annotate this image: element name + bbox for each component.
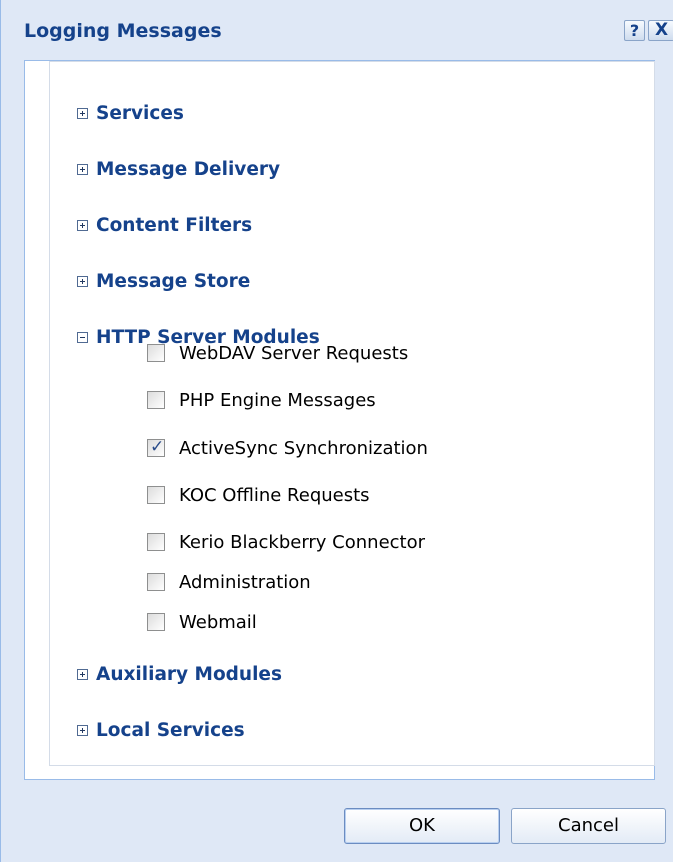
- group-content-filters[interactable]: Content Filters: [77, 213, 252, 237]
- expand-plus-icon[interactable]: [77, 107, 88, 119]
- option-label: Kerio Blackberry Connector: [179, 531, 426, 553]
- expand-plus-icon[interactable]: [77, 668, 88, 680]
- checkbox[interactable]: [147, 344, 165, 362]
- option-kerio-blackberry-connector[interactable]: Kerio Blackberry Connector: [147, 530, 425, 554]
- group-label: Local Services: [96, 719, 245, 741]
- group-label: Message Store: [96, 270, 251, 292]
- logging-messages-dialog: Logging Messages ? X Services Message De…: [0, 0, 673, 862]
- group-local-services[interactable]: Local Services: [77, 718, 245, 742]
- checkbox-checked[interactable]: ✓: [147, 437, 165, 457]
- title-bar[interactable]: Logging Messages ? X: [1, 0, 673, 60]
- option-administration[interactable]: Administration: [147, 570, 311, 594]
- expand-plus-icon[interactable]: [77, 219, 88, 231]
- group-label: Message Delivery: [96, 158, 281, 180]
- option-koc-offline-requests[interactable]: KOC Offline Requests: [147, 483, 370, 507]
- checkbox[interactable]: [147, 391, 165, 409]
- option-label: PHP Engine Messages: [179, 389, 376, 411]
- group-services[interactable]: Services: [77, 101, 184, 125]
- help-icon[interactable]: ?: [624, 20, 645, 41]
- checkmark-icon: ✓: [150, 437, 165, 457]
- dialog-title: Logging Messages: [24, 20, 222, 42]
- option-activesync-synchronization[interactable]: ✓ ActiveSync Synchronization: [147, 436, 428, 460]
- checkbox[interactable]: [147, 573, 165, 591]
- option-label: Webmail: [179, 611, 257, 633]
- group-auxiliary-modules[interactable]: Auxiliary Modules: [77, 662, 282, 686]
- option-label: ActiveSync Synchronization: [179, 437, 428, 459]
- close-icon[interactable]: X: [648, 20, 673, 41]
- group-label: Content Filters: [96, 214, 253, 236]
- group-label: Auxiliary Modules: [96, 663, 282, 685]
- checkbox[interactable]: [147, 486, 165, 504]
- option-webmail[interactable]: Webmail: [147, 610, 257, 634]
- cancel-button[interactable]: Cancel: [511, 808, 666, 844]
- collapse-minus-icon[interactable]: [77, 331, 88, 343]
- expand-plus-icon[interactable]: [77, 724, 88, 736]
- option-label: KOC Offline Requests: [179, 484, 370, 506]
- options-panel: Services Message Delivery Content Filter…: [24, 60, 655, 780]
- option-php-engine-messages[interactable]: PHP Engine Messages: [147, 388, 376, 412]
- checkbox[interactable]: [147, 533, 165, 551]
- option-label: Administration: [179, 571, 311, 593]
- expand-plus-icon[interactable]: [77, 163, 88, 175]
- expand-plus-icon[interactable]: [77, 275, 88, 287]
- checkbox[interactable]: [147, 613, 165, 631]
- group-message-delivery[interactable]: Message Delivery: [77, 157, 280, 181]
- option-webdav-server-requests[interactable]: WebDAV Server Requests: [147, 341, 408, 365]
- group-label: Services: [96, 102, 184, 124]
- option-label: WebDAV Server Requests: [179, 342, 409, 364]
- group-message-store[interactable]: Message Store: [77, 269, 250, 293]
- ok-button[interactable]: OK: [344, 808, 500, 844]
- logging-tree: Services Message Delivery Content Filter…: [49, 61, 655, 766]
